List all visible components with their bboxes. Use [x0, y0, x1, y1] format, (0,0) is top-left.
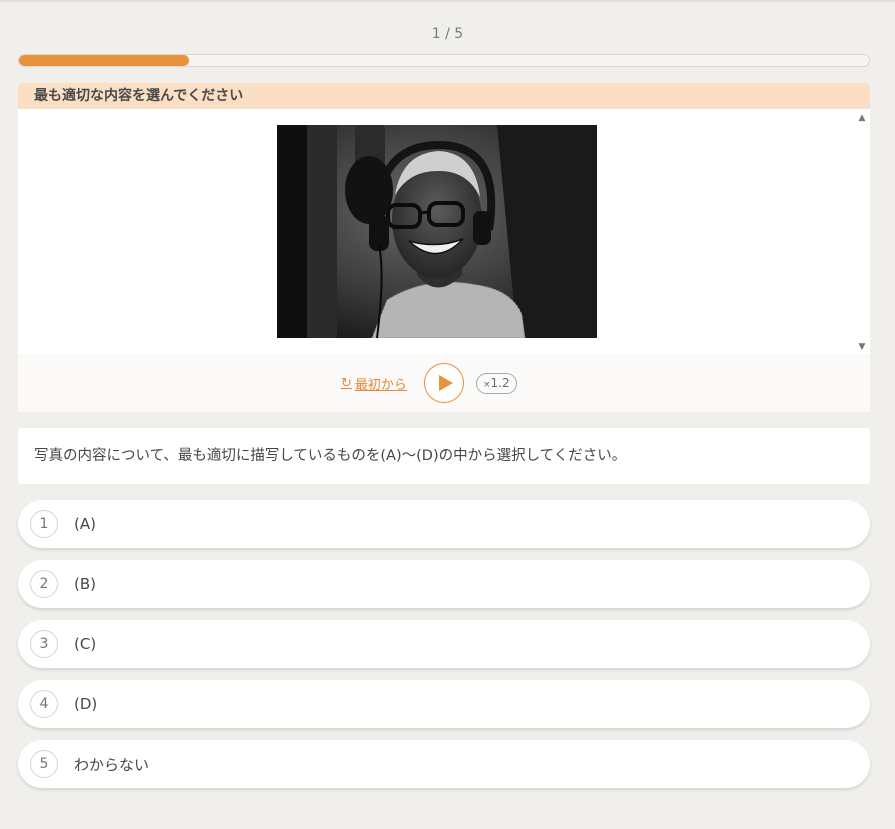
- triangle-up-icon[interactable]: ▲: [857, 113, 867, 123]
- audio-controls: ↻ 最初から ×1.2: [18, 354, 870, 412]
- progress-bar: [18, 54, 870, 67]
- answer-option-2[interactable]: 2 (B): [18, 560, 870, 608]
- speed-value: 1.2: [490, 376, 510, 390]
- play-icon: [438, 375, 453, 391]
- option-label: わからない: [74, 755, 150, 774]
- triangle-down-icon[interactable]: ▼: [857, 342, 867, 352]
- option-number: 5: [30, 750, 58, 778]
- answer-option-3[interactable]: 3 (C): [18, 620, 870, 668]
- option-label: (B): [74, 575, 96, 593]
- answer-option-5[interactable]: 5 わからない: [18, 740, 870, 788]
- restart-button[interactable]: ↻ 最初から: [341, 374, 407, 393]
- answer-option-1[interactable]: 1 (A): [18, 500, 870, 548]
- progress-counter: 1 / 5: [431, 26, 464, 42]
- restart-label: 最初から: [354, 378, 407, 393]
- play-button[interactable]: [424, 363, 464, 403]
- option-number: 3: [30, 630, 58, 658]
- option-label: (A): [74, 515, 96, 533]
- option-number: 4: [30, 690, 58, 718]
- speed-prefix: ×: [483, 380, 491, 390]
- question-header: 最も適切な内容を選んでください: [18, 83, 870, 109]
- question-instruction: 写真の内容について、最も適切に描写しているものを(A)～(D)の中から選択してく…: [18, 428, 870, 484]
- playback-speed-button[interactable]: ×1.2: [476, 373, 517, 394]
- option-label: (C): [74, 635, 97, 653]
- question-photo: [277, 125, 597, 338]
- option-label: (D): [74, 695, 98, 713]
- media-scroll-area[interactable]: ▲ ▼: [18, 109, 870, 354]
- question-card: 最も適切な内容を選んでください ▲ ▼ ↻ 最初から ×1.2: [18, 83, 870, 412]
- option-number: 1: [30, 510, 58, 538]
- answer-option-4[interactable]: 4 (D): [18, 680, 870, 728]
- refresh-icon: ↻: [341, 376, 352, 391]
- progress-bar-fill: [19, 55, 189, 66]
- option-number: 2: [30, 570, 58, 598]
